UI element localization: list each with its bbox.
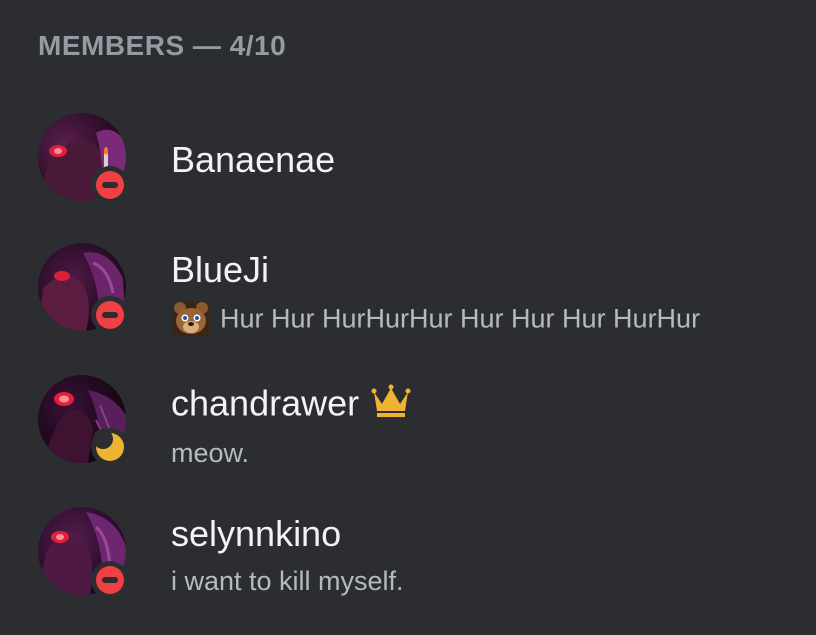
member-list-header: MEMBERS — 4/10 (38, 30, 287, 61)
member-name: selynnkino (171, 513, 342, 554)
member-item-blueji[interactable]: BlueJi Hur Hur HurHurHur Hur Hur Hur Hur… (0, 237, 816, 337)
member-item-banaenae[interactable]: Banaenae (0, 105, 816, 205)
status-dnd-icon (91, 561, 129, 599)
custom-status-text: Hur Hur HurHurHur Hur Hur Hur HurHur (220, 303, 701, 334)
member-item-selynnkino[interactable]: selynnkino i want to kill myself. (0, 504, 816, 604)
member-name-text: chandrawer (171, 382, 360, 424)
crown-icon (371, 384, 411, 418)
custom-status: meow. (171, 438, 250, 468)
member-name: Banaenae (171, 139, 336, 180)
member-item-chandrawer[interactable]: chandrawer meow. (0, 370, 816, 470)
status-dnd-icon (91, 166, 129, 204)
custom-status: i want to kill myself. (171, 566, 404, 596)
member-name: chandrawer (171, 380, 411, 424)
freddy-bear-emoji-icon (172, 300, 210, 338)
status-dnd-icon (91, 296, 129, 334)
status-idle-icon (91, 428, 129, 466)
custom-status: Hur Hur HurHurHur Hur Hur Hur HurHur (172, 300, 700, 338)
member-name: BlueJi (171, 249, 270, 290)
